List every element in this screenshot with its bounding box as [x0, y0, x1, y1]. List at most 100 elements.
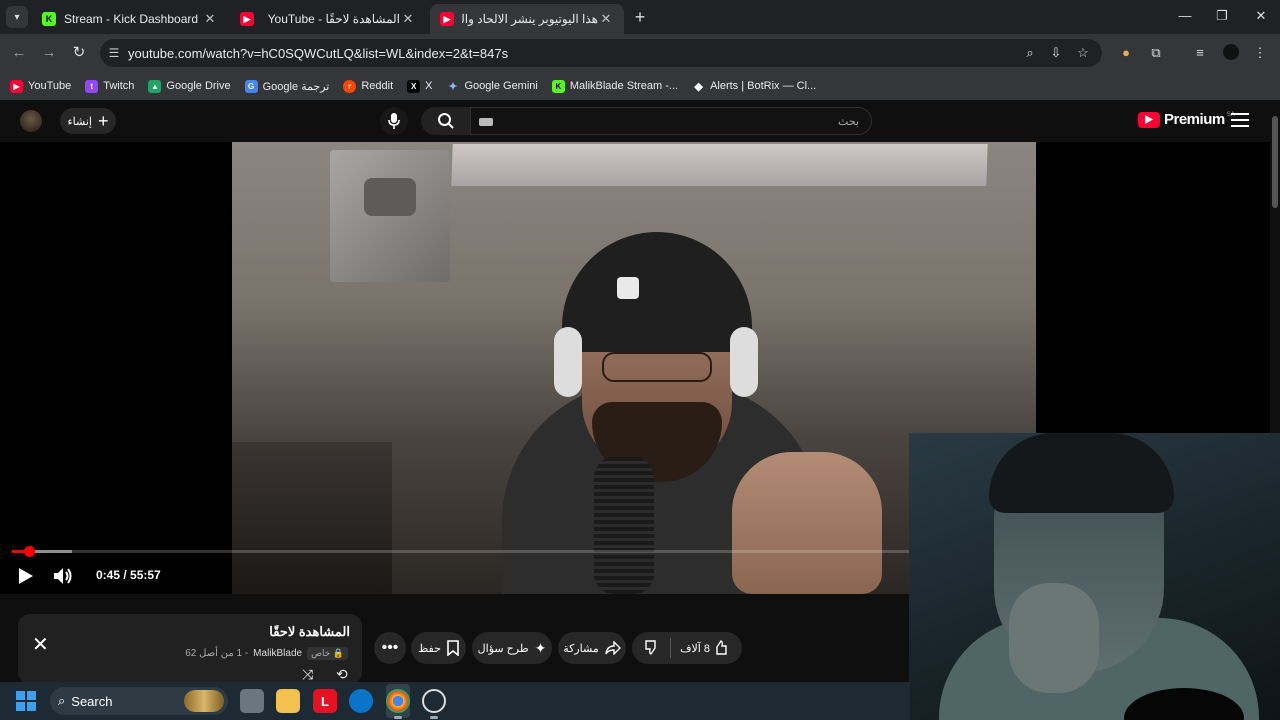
running-indicator — [430, 716, 438, 719]
bookmark-label: Alerts | BotRix — Cl... — [710, 80, 817, 92]
search-highlight-image — [184, 690, 224, 712]
tab-search-button[interactable]: ▾ — [6, 6, 28, 28]
play-icon — [19, 568, 33, 584]
create-button[interactable]: إنشاء + — [60, 108, 116, 134]
loop-icon[interactable]: ⟲ — [336, 666, 348, 683]
extension-icon[interactable]: ● — [1117, 44, 1135, 62]
running-indicator — [394, 716, 402, 719]
ask-button[interactable]: طرح سؤال ✦ — [472, 632, 552, 664]
share-button[interactable]: مشاركة — [558, 632, 626, 664]
youtube-premium-logo[interactable]: Premium SA — [1138, 111, 1235, 128]
bookmark-icon — [447, 640, 459, 656]
tab-title: هذا اليوتيوبر ينشر الالحاد والشذوذ — [462, 12, 598, 26]
like-button[interactable]: 8 آلاف — [680, 640, 730, 656]
scrollbar-thumb[interactable] — [1272, 116, 1278, 208]
keyboard-icon[interactable] — [479, 118, 493, 126]
media-controls-icon[interactable]: ≡ — [1191, 44, 1209, 62]
minimize-button[interactable]: — — [1175, 8, 1195, 26]
google-drive-icon: ▲ — [148, 79, 162, 93]
bookmark-label: Google ترجمة — [262, 80, 330, 93]
obs-icon[interactable] — [422, 689, 446, 713]
profile-avatar[interactable] — [1222, 44, 1240, 62]
search-icon — [438, 113, 454, 129]
scrubber-handle[interactable] — [23, 546, 35, 557]
new-tab-button[interactable]: + — [630, 8, 650, 28]
windows-start-icon[interactable] — [16, 691, 36, 711]
search-placeholder: بحث — [838, 116, 859, 128]
volume-button[interactable] — [52, 566, 74, 586]
bookmark-label: YouTube — [28, 80, 72, 92]
bookmark-malikblade-stream[interactable]: K MalikBlade Stream -... — [551, 79, 679, 93]
url-text[interactable]: youtube.com/watch?v=hC0SQWCutLQ&list=WL&… — [128, 46, 508, 61]
microphone-icon — [388, 113, 400, 129]
file-explorer-icon[interactable] — [276, 689, 300, 713]
close-icon[interactable]: ✕ — [202, 11, 218, 27]
bookmark-star-icon[interactable]: ☆ — [1075, 45, 1091, 61]
extensions-puzzle-icon[interactable]: ⧉ — [1147, 44, 1165, 62]
bookmark-twitch[interactable]: t Twitch — [85, 79, 135, 93]
more-actions-button[interactable]: ••• — [374, 632, 406, 664]
volume-icon — [54, 568, 72, 584]
task-view-icon[interactable] — [240, 689, 264, 713]
play-button[interactable] — [16, 566, 36, 586]
edge-icon[interactable] — [349, 689, 373, 713]
tab-title: Stream - Kick Dashboard — [64, 12, 199, 26]
thumbs-up-icon — [716, 640, 727, 655]
bookmark-botrix-alerts[interactable]: ◆ Alerts | BotRix — Cl... — [692, 80, 816, 93]
close-icon[interactable]: ✕ — [598, 11, 614, 27]
restore-button[interactable]: ❐ — [1212, 8, 1232, 26]
bookmark-label: Reddit — [361, 80, 394, 92]
playlist-panel[interactable]: ✕ المشاهدة لاحقًا 🔒 خاص MalikBlade - 1 م… — [18, 614, 362, 684]
kick-icon: K — [42, 12, 56, 26]
playlist-title[interactable]: المشاهدة لاحقًا — [269, 624, 350, 640]
tab-current-video[interactable]: ▶ هذا اليوتيوبر ينشر الالحاد والشذوذ ✕ — [430, 4, 624, 34]
youtube-header: إنشاء + بحث Premium SA — [0, 100, 1270, 142]
app-l-icon[interactable]: L — [313, 689, 337, 713]
google-translate-icon: G — [244, 79, 258, 93]
taskbar-search[interactable]: ⌕ Search — [50, 687, 228, 715]
bookmark-gemini[interactable]: ✦ Google Gemini — [446, 80, 537, 93]
reload-button[interactable]: ↻ — [70, 44, 88, 62]
close-window-button[interactable]: ✕ — [1251, 8, 1271, 26]
bookmark-label: Twitch — [103, 80, 135, 92]
chrome-menu-icon[interactable]: ⋮ — [1251, 44, 1269, 62]
bookmark-reddit[interactable]: r Reddit — [343, 79, 394, 93]
address-bar[interactable]: ☰ youtube.com/watch?v=hC0SQWCutLQ&list=W… — [100, 39, 1102, 67]
share-label: مشاركة — [563, 642, 599, 655]
twitch-icon: t — [85, 79, 99, 93]
x-icon: X — [407, 79, 421, 93]
avatar[interactable] — [20, 110, 42, 132]
playlist-owner[interactable]: MalikBlade — [253, 648, 302, 659]
dislike-button[interactable] — [644, 639, 660, 658]
bookmark-x[interactable]: XX — [407, 79, 432, 93]
botrix-icon: ◆ — [694, 80, 703, 93]
site-info-icon[interactable]: ☰ — [100, 46, 128, 60]
bookmark-youtube[interactable]: ▶ YouTube — [10, 79, 72, 93]
browser-toolbar: ← → ↻ ☰ youtube.com/watch?v=hC0SQWCutLQ&… — [0, 34, 1280, 72]
forward-button[interactable]: → — [40, 44, 58, 62]
tab-title: YouTube - المشاهدة لاحقًا — [267, 12, 400, 26]
search-button[interactable] — [421, 107, 471, 135]
back-button[interactable]: ← — [10, 44, 28, 62]
close-icon[interactable]: ✕ — [400, 11, 416, 27]
save-button[interactable]: حفظ — [411, 632, 466, 664]
chrome-icon[interactable] — [386, 689, 410, 713]
bookmark-google-translate[interactable]: G Google ترجمة — [244, 79, 330, 93]
divider — [669, 638, 671, 658]
voice-search-button[interactable] — [380, 107, 408, 135]
close-icon[interactable]: ✕ — [32, 632, 49, 657]
hamburger-menu-icon[interactable] — [1231, 113, 1249, 129]
shuffle-icon[interactable]: ⤨ — [302, 666, 313, 683]
privacy-badge: 🔒 خاص — [307, 647, 348, 660]
tab-kick-dashboard[interactable]: K Stream - Kick Dashboard ✕ — [32, 4, 228, 34]
kick-icon: K — [551, 79, 565, 93]
bookmark-google-drive[interactable]: ▲ Google Drive — [148, 79, 231, 93]
search-input[interactable]: بحث — [470, 107, 872, 135]
zoom-icon[interactable]: ⌕ — [1022, 45, 1038, 61]
bookmark-label: MalikBlade Stream -... — [569, 80, 679, 92]
install-app-icon[interactable]: ⇩ — [1048, 45, 1064, 61]
share-icon — [605, 641, 621, 655]
youtube-logo-icon — [1138, 111, 1160, 128]
gemini-icon: ✦ — [448, 80, 458, 93]
tab-watch-later[interactable]: ▶ YouTube - المشاهدة لاحقًا ✕ — [230, 4, 426, 34]
